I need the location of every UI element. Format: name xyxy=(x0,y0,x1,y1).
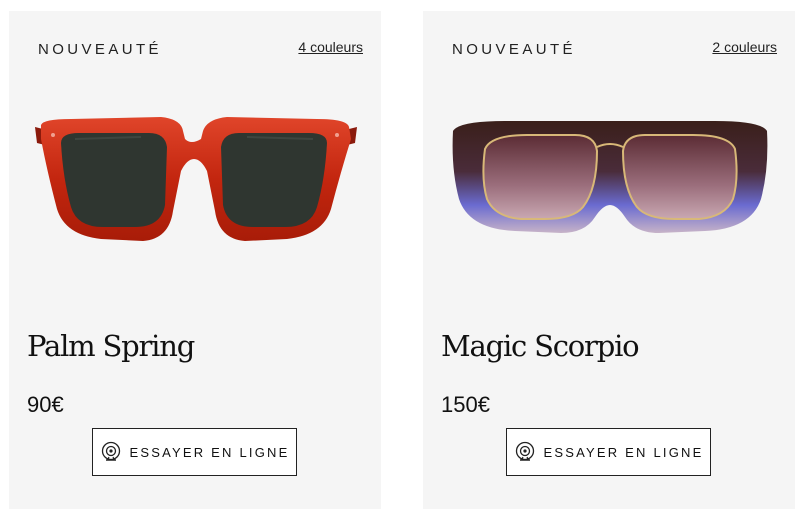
product-image[interactable] xyxy=(31,99,361,259)
product-price: 150€ xyxy=(441,392,490,417)
product-card[interactable]: NOUVEAUTÉ 2 couleurs Magic Scorpio 150€ … xyxy=(423,11,795,509)
red-square-sunglasses-image xyxy=(35,117,357,241)
try-online-label: ESSAYER EN LIGNE xyxy=(543,444,704,460)
product-name[interactable]: Magic Scorpio xyxy=(441,329,640,363)
new-badge: NOUVEAUTÉ xyxy=(452,41,576,58)
colors-link[interactable]: 2 couleurs xyxy=(712,39,777,55)
product-price: 90€ xyxy=(27,392,64,417)
webcam-icon xyxy=(514,441,536,463)
webcam-icon xyxy=(100,441,122,463)
product-name[interactable]: Palm Spring xyxy=(27,329,195,363)
try-online-label: ESSAYER EN LIGNE xyxy=(129,444,290,460)
new-badge: NOUVEAUTÉ xyxy=(38,41,162,58)
product-card[interactable]: NOUVEAUTÉ 4 couleurs Palm Spring 90€ ESS… xyxy=(9,11,381,509)
try-online-button[interactable]: ESSAYER EN LIGNE xyxy=(92,428,297,476)
product-image[interactable] xyxy=(445,99,775,259)
brown-purple-mask-sunglasses-image xyxy=(452,121,768,233)
try-online-button[interactable]: ESSAYER EN LIGNE xyxy=(506,428,711,476)
colors-link[interactable]: 4 couleurs xyxy=(298,39,363,55)
